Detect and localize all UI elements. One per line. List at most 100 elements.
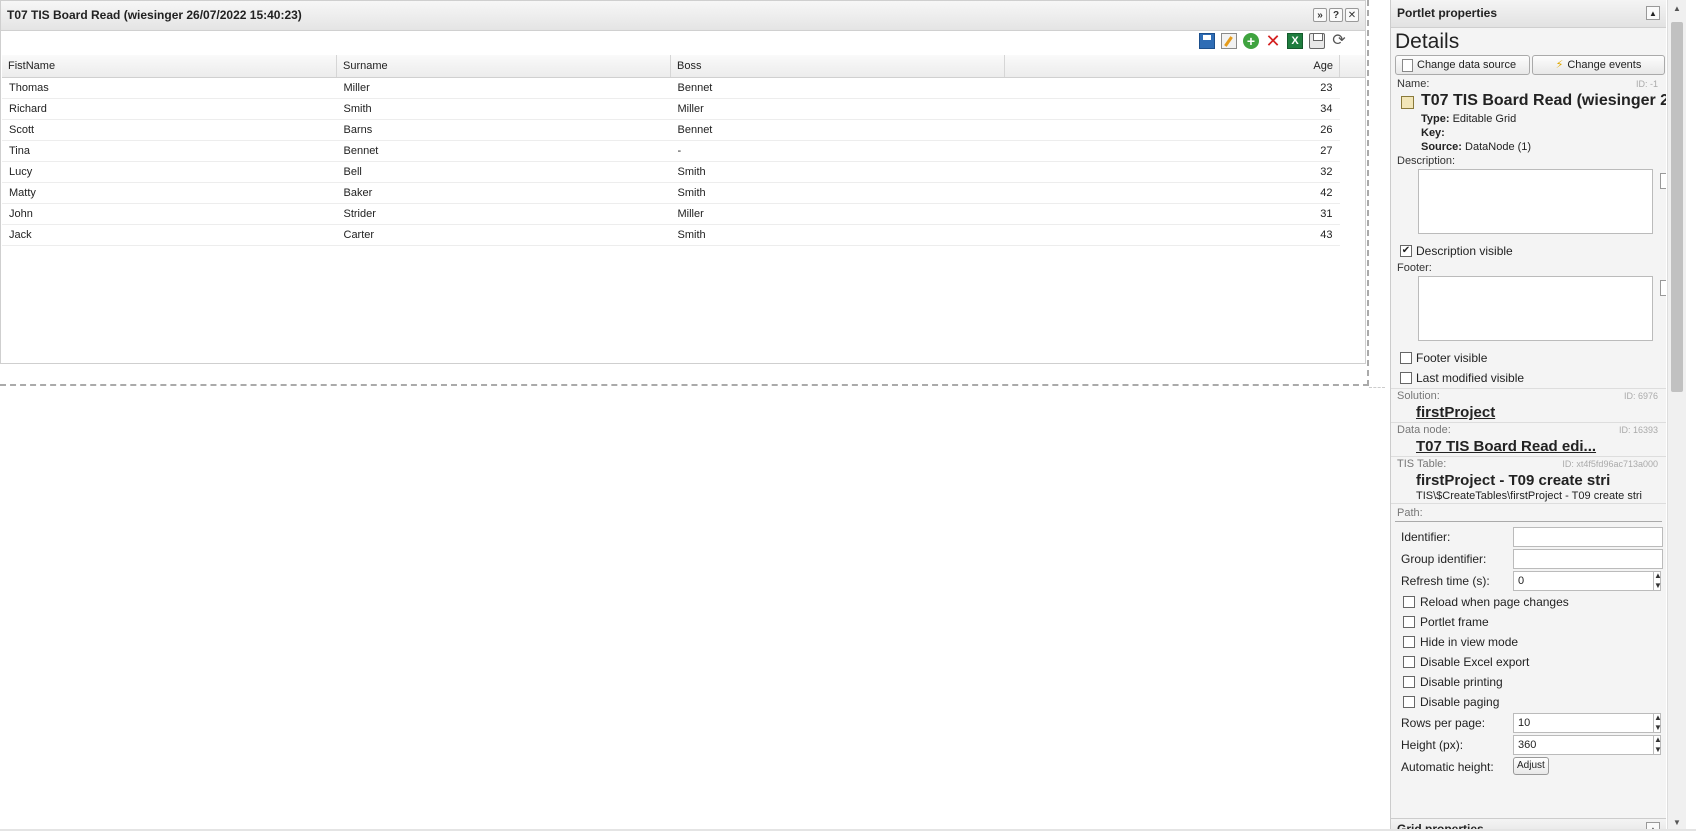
- cell-surname[interactable]: Miller: [336, 77, 671, 99]
- portlet-frame-row[interactable]: Portlet frame: [1395, 612, 1662, 632]
- cell-boss[interactable]: -: [670, 140, 1005, 162]
- table-row[interactable]: Matty Baker Smith 42: [2, 182, 1340, 204]
- cell-firstname[interactable]: Matty: [2, 182, 337, 204]
- cell-age[interactable]: 31: [1004, 203, 1340, 225]
- scroll-up-icon[interactable]: ▲: [1668, 4, 1686, 13]
- cell-age[interactable]: 43: [1004, 224, 1340, 246]
- description-visible-row[interactable]: ✔ Description visible: [1391, 241, 1666, 261]
- cell-surname[interactable]: Strider: [336, 203, 671, 225]
- panel-header[interactable]: Portlet properties ▲: [1391, 0, 1666, 28]
- footer-visible-checkbox[interactable]: [1400, 352, 1412, 364]
- cell-surname[interactable]: Smith: [336, 98, 671, 120]
- vertical-scrollbar[interactable]: ▲ ▼: [1667, 0, 1686, 831]
- height-input[interactable]: 360: [1513, 735, 1661, 755]
- portlet-name[interactable]: T07 TIS Board Read (wiesinger 26/07/2022…: [1421, 92, 1666, 110]
- rows-per-page-input[interactable]: 10: [1513, 713, 1661, 733]
- cell-firstname[interactable]: Thomas: [2, 77, 337, 99]
- footer-visible-row[interactable]: Footer visible: [1391, 348, 1666, 368]
- last-modified-visible-row[interactable]: Last modified visible: [1391, 368, 1666, 388]
- scrollbar-thumb[interactable]: [1671, 22, 1683, 392]
- column-header-firstname[interactable]: FistName: [2, 55, 337, 78]
- description-expand-handle[interactable]: [1660, 173, 1666, 189]
- lightning-icon: ⚡: [1555, 59, 1564, 71]
- change-data-source-button[interactable]: Change data source: [1395, 55, 1530, 75]
- refresh-icon[interactable]: ⟳: [1331, 33, 1347, 49]
- cell-surname[interactable]: Barns: [336, 119, 671, 141]
- help-icon[interactable]: ?: [1329, 8, 1343, 22]
- table-row[interactable]: Lucy Bell Smith 32: [2, 161, 1340, 183]
- column-header-age[interactable]: Age: [1004, 55, 1340, 78]
- cell-firstname[interactable]: Lucy: [2, 161, 337, 183]
- cell-surname[interactable]: Carter: [336, 224, 671, 246]
- rows-per-page-stepper[interactable]: ▲ ▼: [1653, 713, 1662, 733]
- disable-printing-checkbox[interactable]: [1403, 676, 1415, 688]
- cell-boss[interactable]: Miller: [670, 203, 1005, 225]
- expand-icon[interactable]: »: [1313, 8, 1327, 22]
- refresh-time-stepper[interactable]: ▲ ▼: [1653, 571, 1662, 591]
- cell-age[interactable]: 34: [1004, 98, 1340, 120]
- table-row[interactable]: John Strider Miller 31: [2, 203, 1340, 225]
- refresh-time-input[interactable]: 0: [1513, 571, 1661, 591]
- column-header-surname[interactable]: Surname: [336, 55, 671, 78]
- adjust-button[interactable]: Adjust: [1513, 757, 1549, 775]
- disable-paging-checkbox[interactable]: [1403, 696, 1415, 708]
- cell-surname[interactable]: Bell: [336, 161, 671, 183]
- cell-firstname[interactable]: John: [2, 203, 337, 225]
- table-row[interactable]: Thomas Miller Bennet 23: [2, 77, 1340, 99]
- datanode-link[interactable]: T07 TIS Board Read edi...: [1391, 438, 1666, 456]
- disable-paging-row[interactable]: Disable paging: [1395, 692, 1662, 712]
- cell-boss[interactable]: Smith: [670, 161, 1005, 183]
- excel-export-icon[interactable]: X: [1287, 33, 1303, 49]
- portlet-properties-panel: Portlet properties ▲ Details Change data…: [1390, 0, 1666, 831]
- cell-age[interactable]: 23: [1004, 77, 1340, 99]
- save-icon[interactable]: [1199, 33, 1215, 49]
- cell-firstname[interactable]: Jack: [2, 224, 337, 246]
- print-icon[interactable]: [1309, 33, 1325, 49]
- description-visible-checkbox[interactable]: ✔: [1400, 245, 1412, 257]
- table-row[interactable]: Jack Carter Smith 43: [2, 224, 1340, 246]
- height-stepper[interactable]: ▲ ▼: [1653, 735, 1662, 755]
- close-icon[interactable]: ✕: [1345, 8, 1359, 22]
- solution-link[interactable]: firstProject: [1391, 404, 1666, 422]
- cell-firstname[interactable]: Richard: [2, 98, 337, 120]
- cell-boss[interactable]: Bennet: [670, 119, 1005, 141]
- description-textarea[interactable]: [1418, 169, 1653, 234]
- cell-boss[interactable]: Bennet: [670, 77, 1005, 99]
- disable-excel-checkbox[interactable]: [1403, 656, 1415, 668]
- portlet-frame-checkbox[interactable]: [1403, 616, 1415, 628]
- cell-boss[interactable]: Smith: [670, 182, 1005, 204]
- cell-age[interactable]: 27: [1004, 140, 1340, 162]
- cell-firstname[interactable]: Scott: [2, 119, 337, 141]
- footer-textarea[interactable]: [1418, 276, 1653, 341]
- reload-row[interactable]: Reload when page changes: [1395, 592, 1662, 612]
- table-row[interactable]: Tina Bennet -27: [2, 140, 1340, 162]
- tistable-path: TIS\$CreateTables\firstProject - T09 cre…: [1416, 490, 1642, 502]
- cell-surname[interactable]: Baker: [336, 182, 671, 204]
- scroll-down-icon[interactable]: ▼: [1668, 818, 1686, 827]
- cell-firstname[interactable]: Tina: [2, 140, 337, 162]
- identifier-input[interactable]: [1513, 527, 1663, 547]
- disable-excel-row[interactable]: Disable Excel export: [1395, 652, 1662, 672]
- add-icon[interactable]: +: [1243, 33, 1259, 49]
- group-identifier-input[interactable]: [1513, 549, 1663, 569]
- collapse-icon[interactable]: ▲: [1646, 6, 1660, 20]
- last-modified-visible-checkbox[interactable]: [1400, 372, 1412, 384]
- cell-age[interactable]: 26: [1004, 119, 1340, 141]
- table-row[interactable]: Richard Smith Miller 34: [2, 98, 1340, 120]
- cell-age[interactable]: 42: [1004, 182, 1340, 204]
- change-events-button[interactable]: ⚡ Change events: [1532, 55, 1665, 75]
- cell-age[interactable]: 32: [1004, 161, 1340, 183]
- disable-printing-row[interactable]: Disable printing: [1395, 672, 1662, 692]
- footer-expand-handle[interactable]: [1660, 280, 1666, 296]
- cell-surname[interactable]: Bennet: [336, 140, 671, 162]
- cell-boss[interactable]: Miller: [670, 98, 1005, 120]
- column-header-boss[interactable]: Boss: [670, 55, 1005, 78]
- table-row[interactable]: Scott Barns Bennet 26: [2, 119, 1340, 141]
- edit-icon[interactable]: [1221, 33, 1237, 49]
- hide-view-checkbox[interactable]: [1403, 636, 1415, 648]
- cell-boss[interactable]: Smith: [670, 224, 1005, 246]
- delete-icon[interactable]: ✕: [1265, 32, 1281, 50]
- hide-view-row[interactable]: Hide in view mode: [1395, 632, 1662, 652]
- reload-checkbox[interactable]: [1403, 596, 1415, 608]
- portlet-title-bar[interactable]: T07 TIS Board Read (wiesinger 26/07/2022…: [1, 1, 1365, 31]
